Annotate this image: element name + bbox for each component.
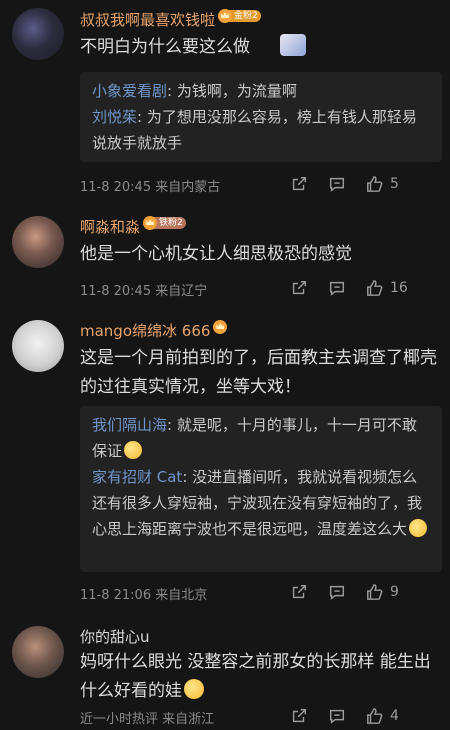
reply-item: 家有招财 Cat: 没进直播间听，我就说看视频怎么还有很多人穿短袖，宁波现在没有…: [92, 464, 430, 542]
comment-actions: 16: [270, 278, 450, 298]
comment-meta: 11-8 21:06 来自北京: [80, 588, 208, 603]
reply-author[interactable]: 家有招财 Cat: [92, 468, 182, 486]
reply-author[interactable]: 我们隔山海: [92, 416, 167, 434]
comment-button[interactable]: [328, 175, 346, 193]
share-icon: [292, 176, 307, 191]
like-button[interactable]: 16: [366, 279, 408, 297]
crown-icon: [213, 320, 228, 334]
like-button[interactable]: 9: [366, 583, 400, 601]
share-icon: [292, 280, 307, 295]
username[interactable]: 叔叔我啊最喜欢钱啦 金粉2: [80, 9, 261, 30]
comment-icon: [329, 585, 345, 600]
crown-icon: [218, 9, 233, 23]
comment-icon: [329, 281, 345, 296]
comment-actions: 9: [270, 582, 450, 602]
comment-text: 妈呀什么眼光 没整容之前那女的长那样 能生出什么好看的娃: [80, 652, 431, 701]
emoji-icon: [409, 519, 428, 537]
smile-emoji-icon: [184, 679, 204, 699]
like-icon: [367, 584, 383, 600]
comment-text: 他是一个心机女让人细思极恐的感觉: [80, 244, 352, 264]
crown-badge: [213, 320, 228, 334]
reply-box[interactable]: 我们隔山海: 就是呢，十月的事儿，十一月可不敢保证 家有招财 Cat: 没进直播…: [80, 406, 442, 572]
reply-author[interactable]: 刘悦茱: [92, 108, 137, 126]
comment-item: 你的甜心u 妈呀什么眼光 没整容之前那女的长那样 能生出什么好看的娃 近一小时热…: [0, 618, 450, 730]
crown-icon: [143, 216, 158, 230]
emoji-icon: [124, 441, 143, 459]
comment-text: 不明白为什么要这么做: [80, 33, 442, 62]
username[interactable]: 你的甜心u: [80, 626, 150, 647]
comment-icon: [329, 709, 345, 724]
share-icon: [292, 708, 307, 723]
share-button[interactable]: [290, 175, 308, 193]
reply-item: 刘悦茱: 为了想甩没那么容易，榜上有钱人那轻易说放手就放手: [92, 108, 417, 152]
reply-item: 小象爱看剧: 为钱啊，为流量啊: [92, 82, 297, 100]
share-button[interactable]: [290, 279, 308, 297]
comment-item: 啊淼和淼 铁粉2 他是一个心机女让人细思极恐的感觉 11-8 20:45 来自辽宁…: [0, 208, 450, 308]
reply-author[interactable]: 小象爱看剧: [92, 82, 167, 100]
avatar[interactable]: [12, 8, 64, 60]
username[interactable]: mango绵绵冰 666: [80, 320, 228, 341]
fan-badge: 金粉2: [218, 9, 261, 23]
avatar[interactable]: [12, 216, 64, 268]
comment-icon: [329, 177, 345, 192]
comment-actions: 4: [270, 706, 450, 726]
reply-box[interactable]: 小象爱看剧: 为钱啊，为流量啊 刘悦茱: 为了想甩没那么容易，榜上有钱人那轻易说…: [80, 72, 442, 162]
like-icon: [367, 280, 383, 296]
comment-button[interactable]: [328, 279, 346, 297]
comment-meta: 近一小时热评 来自浙江: [80, 712, 215, 727]
like-button[interactable]: 4: [366, 707, 400, 725]
comment-item: 叔叔我啊最喜欢钱啦 金粉2 不明白为什么要这么做 小象爱看剧: 为钱啊，为流量啊 …: [0, 0, 450, 205]
avatar[interactable]: [12, 626, 64, 678]
avatar[interactable]: [12, 320, 64, 372]
share-icon: [292, 584, 307, 599]
reply-item: 我们隔山海: 就是呢，十月的事儿，十一月可不敢保证: [92, 416, 417, 460]
sticker-icon: [280, 34, 306, 56]
comment-meta: 11-8 20:45 来自辽宁: [80, 284, 208, 299]
like-icon: [367, 708, 383, 724]
comment-button[interactable]: [328, 707, 346, 725]
comment-text: 这是一个月前拍到的了，后面教主去调查了椰壳的过往真实情况，坐等大戏！: [80, 348, 437, 397]
like-icon: [367, 176, 383, 192]
comment-button[interactable]: [328, 583, 346, 601]
comment-actions: 5: [270, 174, 450, 194]
share-button[interactable]: [290, 583, 308, 601]
username[interactable]: 啊淼和淼 铁粉2: [80, 216, 186, 237]
comment-meta: 11-8 20:45 来自内蒙古: [80, 180, 221, 195]
share-button[interactable]: [290, 707, 308, 725]
fan-badge: 铁粉2: [143, 216, 186, 230]
like-button[interactable]: 5: [366, 175, 400, 193]
comment-item: mango绵绵冰 666 这是一个月前拍到的了，后面教主去调查了椰壳的过往真实情…: [0, 312, 450, 612]
